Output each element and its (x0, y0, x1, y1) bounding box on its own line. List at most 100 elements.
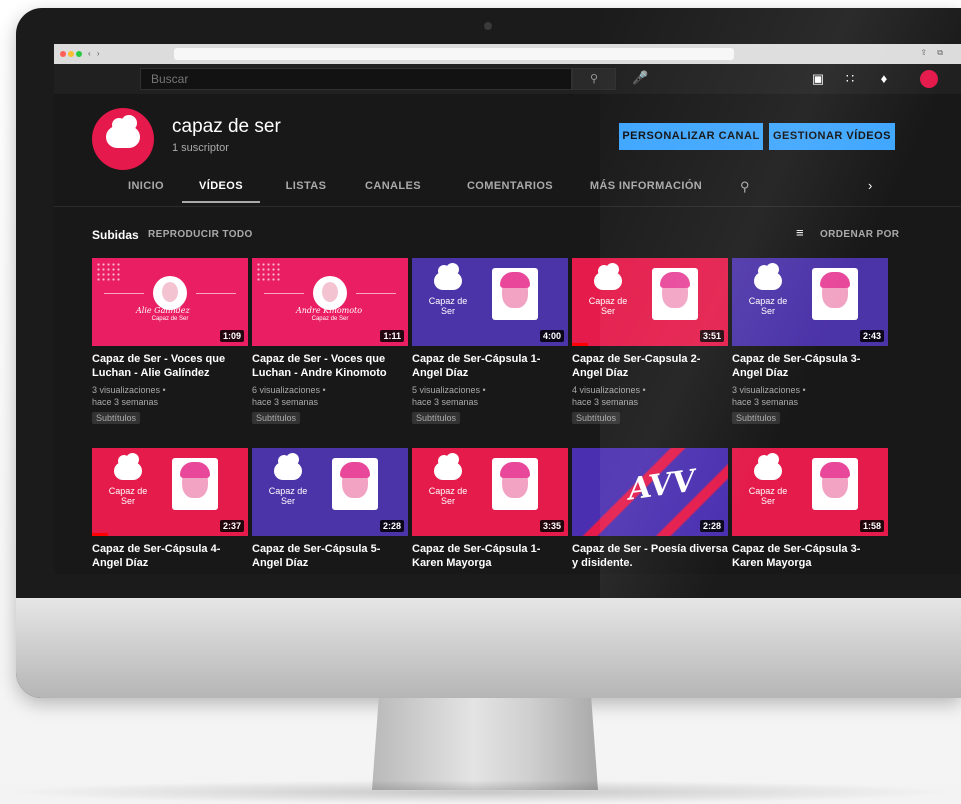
video-thumbnail[interactable]: Capaz de Ser 3:51 (572, 258, 728, 346)
video-age: hace 3 semanas (572, 397, 639, 407)
video-age: hace 3 semanas (92, 397, 159, 407)
search-input[interactable] (140, 68, 572, 90)
maximize-window-button[interactable] (76, 51, 82, 57)
video-card[interactable]: Capaz de Ser 3:51 Capaz de Ser-Capsula 2… (572, 258, 728, 426)
video-thumbnail[interactable]: Alie Galíndez Capaz de Ser 1:09 (92, 258, 248, 346)
video-thumbnail[interactable]: AVV 2:28 (572, 448, 728, 536)
bell-icon[interactable]: ♦ (876, 71, 892, 87)
video-card[interactable]: Alie Galíndez Capaz de Ser 1:09 Capaz de… (92, 258, 248, 426)
video-card[interactable]: AVV 2:28 Capaz de Ser - Poesía diversa y… (572, 448, 728, 570)
cloud-logo-icon (754, 453, 782, 480)
video-views: 4 visualizaciones • (572, 385, 646, 395)
subscriber-count: 1 suscriptor (172, 142, 229, 154)
video-views: 3 visualizaciones • (92, 385, 166, 395)
decorative-line (264, 293, 304, 294)
thumbnail-script-text: Andre Kinomoto (296, 306, 363, 315)
tab-canales[interactable]: CANALES (358, 180, 428, 192)
channel-search-icon[interactable]: ⚲ (740, 179, 750, 195)
video-title[interactable]: Capaz de Ser-Cápsula 1-Karen Mayorga (412, 542, 568, 570)
video-title[interactable]: Capaz de Ser-Capsula 2-Angel Díaz (572, 352, 728, 380)
decorative-line (196, 293, 236, 294)
cloud-logo-icon (114, 453, 142, 480)
channel-tabs: INICIO VÍDEOS LISTAS CANALES COMENTARIOS… (54, 174, 961, 206)
video-title[interactable]: Capaz de Ser-Cápsula 3-Karen Mayorga (732, 542, 888, 570)
video-thumbnail[interactable]: Capaz de Ser 3:35 (412, 448, 568, 536)
subtitles-badge: Subtítulos (572, 412, 621, 424)
thumbnail-logo-text: Capaz de Ser (108, 486, 148, 506)
play-all-link[interactable]: REPRODUCIR TODO (148, 229, 253, 240)
video-thumbnail[interactable]: Capaz de Ser 4:00 (412, 258, 568, 346)
tab-inicio[interactable]: INICIO (116, 180, 176, 192)
video-duration: 1:58 (859, 520, 884, 532)
video-thumbnail[interactable]: Capaz de Ser 2:43 (732, 258, 888, 346)
video-duration: 2:43 (859, 330, 884, 342)
video-camera-icon[interactable]: ▣ (810, 71, 826, 87)
minimize-window-button[interactable] (68, 51, 74, 57)
video-card[interactable]: Capaz de Ser 3:35 Capaz de Ser-Cápsula 1… (412, 448, 568, 570)
monitor-stand (372, 698, 598, 790)
video-card[interactable]: Capaz de Ser 2:37 Capaz de Ser-Cápsula 4… (92, 448, 248, 570)
search-icon[interactable]: ⚲ (572, 68, 616, 90)
subtitles-badge: Subtítulos (732, 412, 781, 424)
tab-videos[interactable]: VÍDEOS (184, 180, 258, 192)
cloud-logo-icon (754, 263, 782, 290)
channel-avatar (92, 108, 154, 170)
decorative-dots (256, 262, 280, 282)
subtitles-badge: Subtítulos (252, 412, 301, 424)
video-title[interactable]: Capaz de Ser - Voces que Luchan - Andre … (252, 352, 408, 380)
video-thumbnail[interactable]: Capaz de Ser 2:28 (252, 448, 408, 536)
portrait-illustration (492, 268, 538, 320)
video-age: hace 3 semanas (412, 397, 479, 407)
customize-channel-button[interactable]: PERSONALIZAR CANAL (619, 123, 763, 150)
webcam (484, 22, 492, 30)
share-tabs-icon[interactable]: ⇪ ⧉ (920, 48, 947, 58)
microphone-icon[interactable]: 🎤 (632, 70, 648, 88)
address-bar[interactable] (174, 48, 734, 60)
channel-name: capaz de ser (172, 116, 281, 137)
subtitles-badge: Subtítulos (412, 412, 461, 424)
video-title[interactable]: Capaz de Ser - Poesía diversa y disident… (572, 542, 728, 570)
chevron-right-icon[interactable]: › (868, 178, 872, 193)
thumbnail-script-text: Alie Galíndez (136, 306, 190, 315)
video-title[interactable]: Capaz de Ser-Cápsula 5-Angel Díaz (252, 542, 408, 570)
apps-grid-icon[interactable]: ∷ (842, 71, 858, 87)
video-thumbnail[interactable]: Andre Kinomoto Capaz de Ser 1:11 (252, 258, 408, 346)
video-card[interactable]: Andre Kinomoto Capaz de Ser 1:11 Capaz d… (252, 258, 408, 426)
tab-mas-informacion[interactable]: MÁS INFORMACIÓN (586, 180, 706, 192)
video-title[interactable]: Capaz de Ser-Cápsula 4-Angel Díaz (92, 542, 248, 570)
cloud-logo-icon (434, 453, 462, 480)
video-title[interactable]: Capaz de Ser-Cápsula 3-Angel Díaz (732, 352, 888, 380)
video-thumbnail[interactable]: Capaz de Ser 2:37 (92, 448, 248, 536)
video-card[interactable]: Capaz de Ser 2:43 Capaz de Ser-Cápsula 3… (732, 258, 888, 426)
video-thumbnail[interactable]: Capaz de Ser 1:58 (732, 448, 888, 536)
subtitles-badge: Subtítulos (92, 412, 141, 424)
portrait-illustration (332, 458, 378, 510)
thumbnail-logo-text: Capaz de Ser (268, 486, 308, 506)
video-card[interactable]: Capaz de Ser 4:00 Capaz de Ser-Cápsula 1… (412, 258, 568, 426)
browser-toolbar: ‹ › ⇪ ⧉ (54, 44, 961, 64)
video-duration: 2:37 (219, 520, 244, 532)
stand-shadow (0, 780, 961, 804)
sort-by-button[interactable]: ORDENAR POR (820, 229, 899, 240)
video-title[interactable]: Capaz de Ser - Voces que Luchan - Alie G… (92, 352, 248, 380)
close-window-button[interactable] (60, 51, 66, 57)
account-avatar[interactable] (920, 70, 938, 88)
portrait-illustration (313, 276, 347, 310)
tab-listas[interactable]: LISTAS (276, 180, 336, 192)
portrait-illustration (153, 276, 187, 310)
tab-comentarios[interactable]: COMENTARIOS (458, 180, 562, 192)
divider (54, 206, 961, 207)
portrait-illustration (652, 268, 698, 320)
portrait-illustration (492, 458, 538, 510)
manage-videos-button[interactable]: GESTIONAR VÍDEOS (769, 123, 895, 150)
video-duration: 2:28 (699, 520, 724, 532)
thumbnail-logo-text: Capaz de Ser (588, 296, 628, 316)
video-age: hace 3 semanas (732, 397, 799, 407)
video-duration: 4:00 (539, 330, 564, 342)
video-title[interactable]: Capaz de Ser-Cápsula 1-Angel Díaz (412, 352, 568, 380)
sort-icon[interactable]: ≡ (796, 225, 804, 240)
video-card[interactable]: Capaz de Ser 2:28 Capaz de Ser-Cápsula 5… (252, 448, 408, 570)
video-card[interactable]: Capaz de Ser 1:58 Capaz de Ser-Cápsula 3… (732, 448, 888, 570)
video-views: 5 visualizaciones • (412, 385, 486, 395)
back-forward-icon[interactable]: ‹ › (88, 49, 102, 58)
